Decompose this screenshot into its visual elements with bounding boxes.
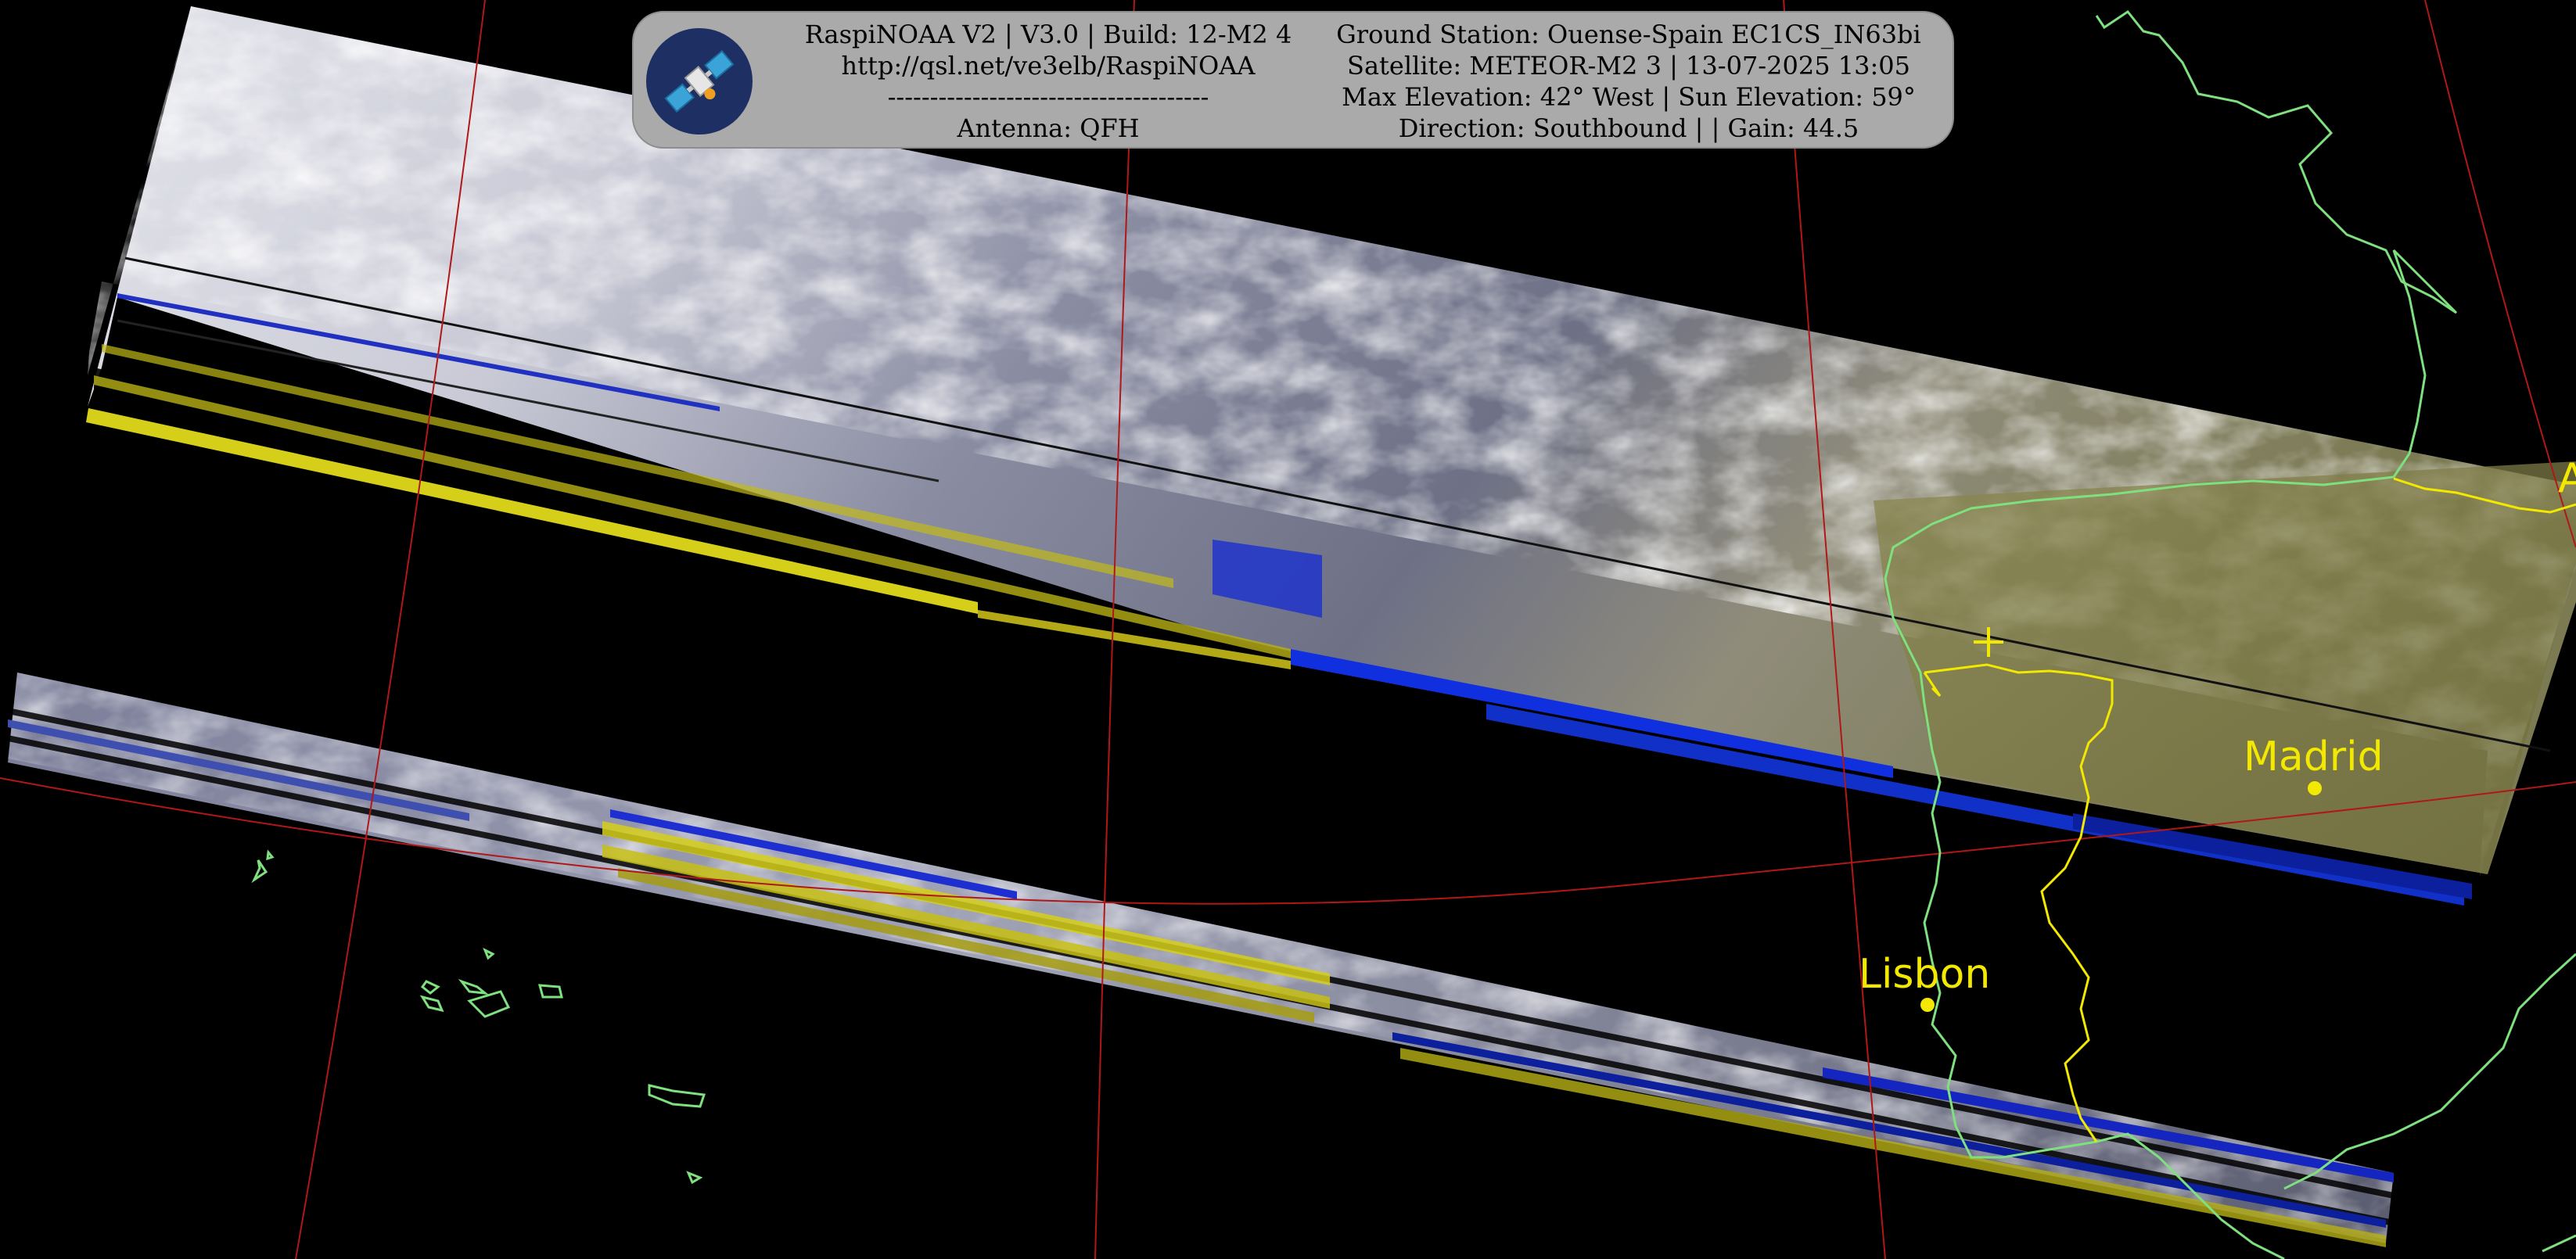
ground-station-line: Ground Station: Ouense-Spain EC1CS_IN63b…: [1336, 20, 1921, 49]
city-label-lisbon: Lisbon: [1859, 951, 1991, 998]
satellite-icon-graphic: [664, 49, 735, 113]
city-label-madrid: Madrid: [2244, 734, 2384, 780]
city-marker-lisbon: [1920, 998, 1935, 1012]
elevation-line: Max Elevation: 42° West | Sun Elevation:…: [1342, 82, 1916, 112]
project-url[interactable]: http://qsl.net/ve3elb/RaspiNOAA: [782, 50, 1314, 81]
city-marker-madrid: [2308, 781, 2322, 795]
pass-info-left: RaspiNOAA V2 | V3.0 | Build: 12-M2 4 htt…: [782, 19, 1314, 144]
pass-info-right: Ground Station: Ouense-Spain EC1CS_IN63b…: [1316, 19, 1942, 144]
edge-label: A: [2558, 455, 2576, 502]
satellite-map: [0, 0, 2576, 1259]
separator-line: --------------------------------------: [887, 82, 1209, 112]
satellite-line: Satellite: METEOR-M2 3 | 13-07-2025 13:0…: [1347, 51, 1910, 81]
build-line: RaspiNOAA V2 | V3.0 | Build: 12-M2 4: [804, 20, 1292, 49]
satellite-icon: [646, 28, 753, 135]
pass-info-panel: RaspiNOAA V2 | V3.0 | Build: 12-M2 4 htt…: [632, 11, 1954, 149]
direction-line: Direction: Southbound | | Gain: 44.5: [1398, 113, 1859, 143]
antenna-line: Antenna: QFH: [957, 113, 1140, 143]
